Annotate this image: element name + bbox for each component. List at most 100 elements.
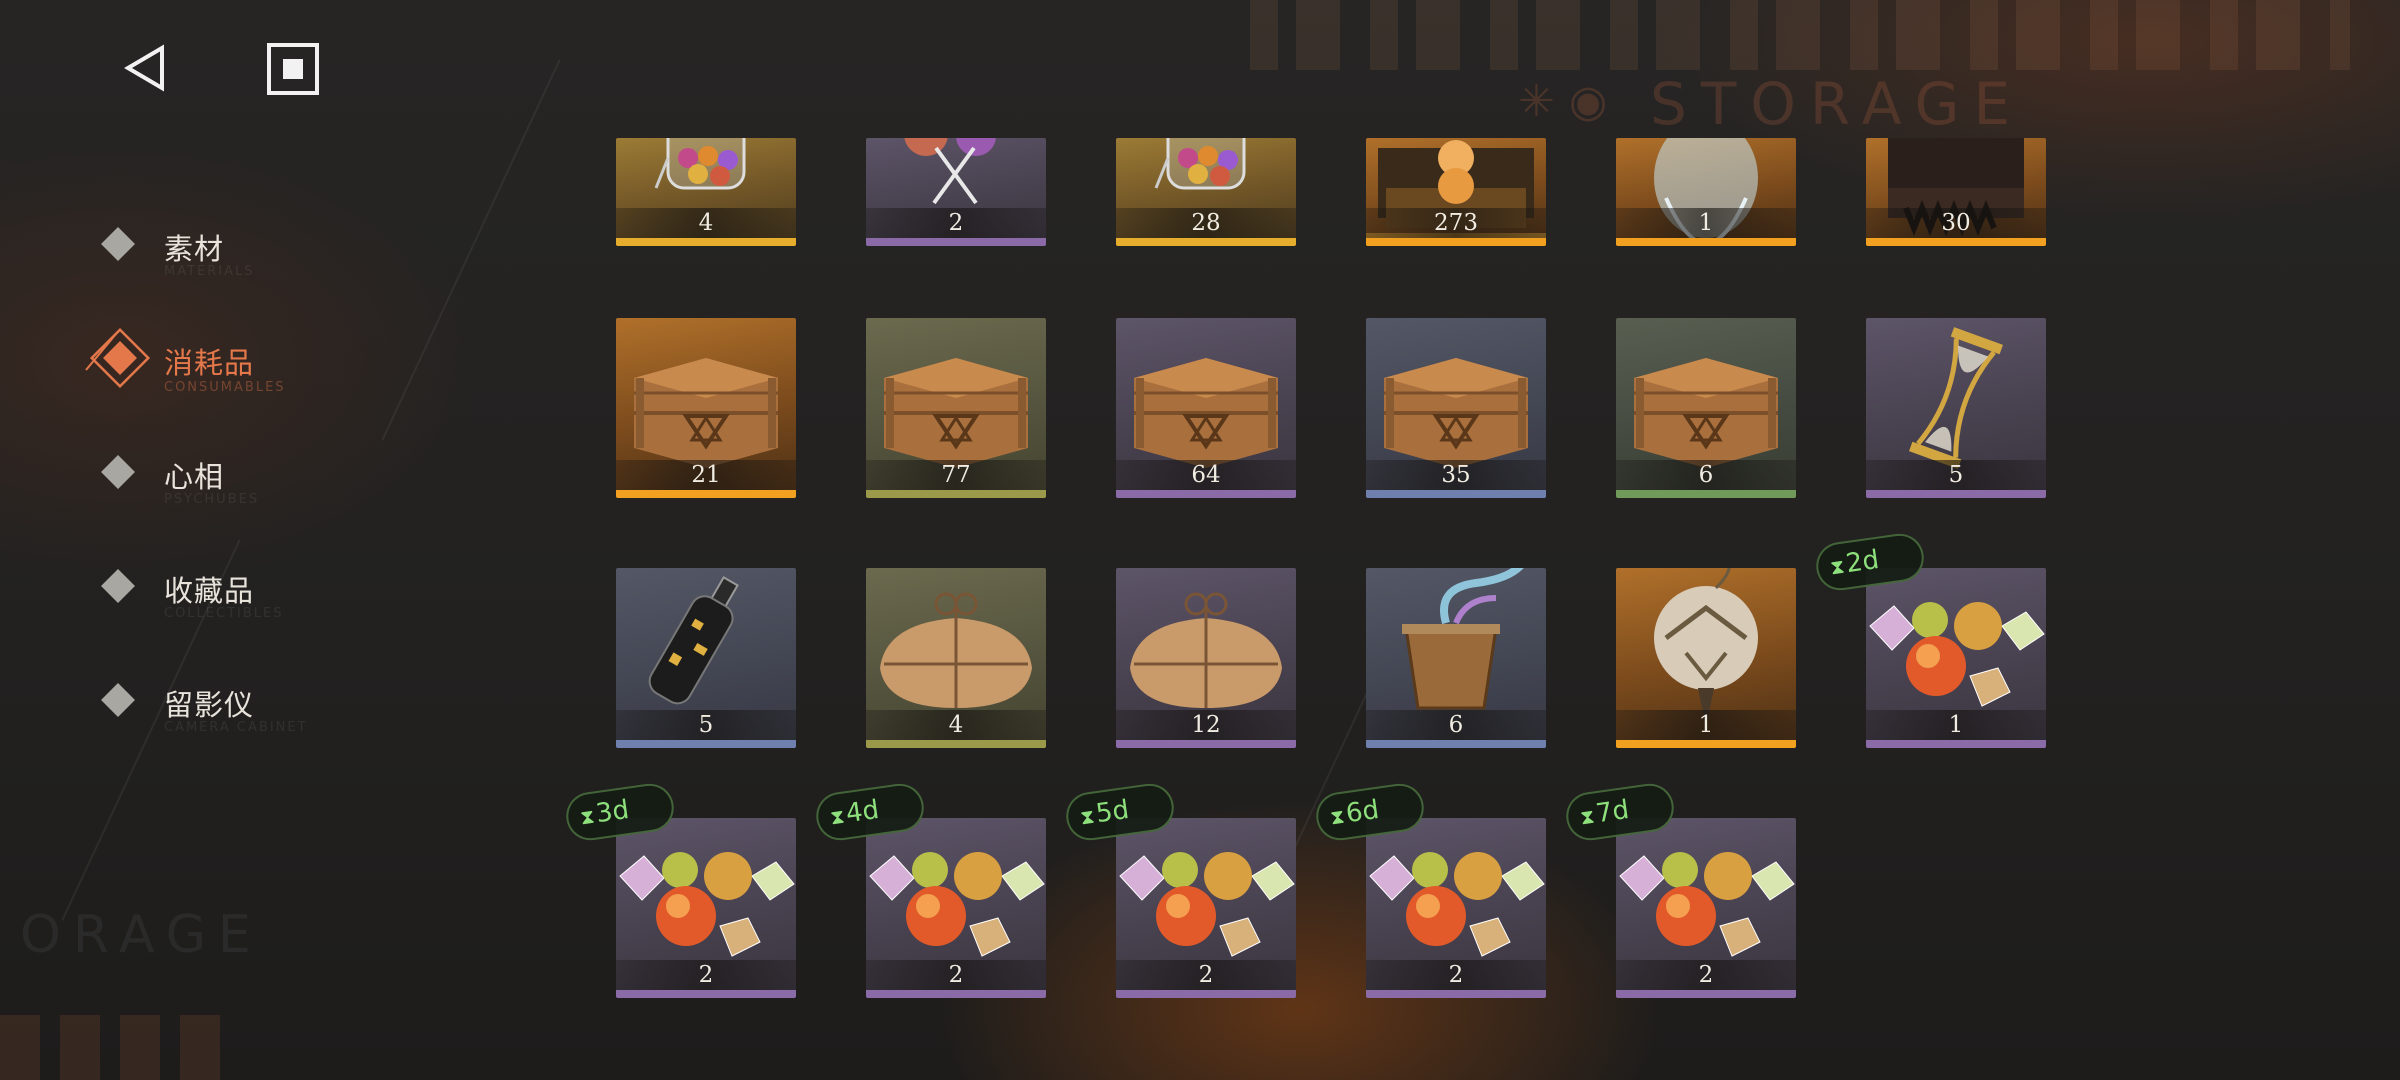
item-count: 1 xyxy=(1866,710,2046,740)
rarity-bar xyxy=(616,490,796,498)
inventory-item-slot[interactable]: 5 xyxy=(616,568,796,748)
item-frame: 30 xyxy=(1866,138,2046,246)
sidebar-item-label: 消耗品 xyxy=(164,346,255,380)
item-count: 1 xyxy=(1616,208,1796,238)
item-count: 4 xyxy=(616,208,796,238)
inventory-item-slot[interactable]: 6 xyxy=(1366,568,1546,748)
rarity-bar xyxy=(1116,990,1296,998)
rarity-bar xyxy=(1616,990,1796,998)
inventory-item-slot[interactable]: 2 ⧗7d xyxy=(1563,780,1796,998)
expiry-timer-text: 2d xyxy=(1844,544,1881,580)
sidebar-item-collectibles[interactable]: 收藏品 COLLECTIBLES xyxy=(100,558,360,621)
inventory-item-slot[interactable]: 1 xyxy=(1616,568,1796,748)
rarity-bar xyxy=(1366,740,1546,748)
item-count: 2 xyxy=(1116,960,1296,990)
storage-watermark: STORAGE xyxy=(1650,70,2025,138)
item-count: 2 xyxy=(866,208,1046,238)
rarity-bar xyxy=(1866,740,2046,748)
sidebar-item-sublabel: COLLECTIBLES xyxy=(164,606,284,621)
item-frame: 5 xyxy=(616,568,796,748)
diamond-icon xyxy=(101,227,135,261)
inventory-item-slot[interactable]: 28 xyxy=(1116,138,1296,246)
inventory-item-slot[interactable]: 2 ⧗3d xyxy=(563,780,796,998)
stop-button[interactable] xyxy=(266,42,320,96)
item-count: 64 xyxy=(1116,460,1296,490)
sidebar-item-sublabel: CONSUMABLES xyxy=(164,380,286,395)
inventory-item-slot[interactable]: 2 ⧗5d xyxy=(1063,780,1296,998)
inventory-item-slot[interactable]: 30 xyxy=(1866,138,2046,246)
inventory-item-slot[interactable]: 1 xyxy=(1616,138,1796,246)
expiry-timer-text: 5d xyxy=(1094,794,1131,830)
inventory-item-slot[interactable]: 2 ⧗4d xyxy=(813,780,1046,998)
inventory-item-slot[interactable]: 4 xyxy=(616,138,796,246)
item-count: 6 xyxy=(1366,710,1546,740)
hourglass-icon: ⧗ xyxy=(1328,803,1346,830)
rarity-bar xyxy=(1366,238,1546,246)
sidebar-item-sublabel: PSYCHUBES xyxy=(164,492,260,507)
inventory-item-slot[interactable]: 273 xyxy=(1366,138,1546,246)
hourglass-icon: ⧗ xyxy=(828,803,846,830)
sidebar-item-consumables[interactable]: 消耗品 CONSUMABLES xyxy=(85,327,360,395)
active-diamond-icon xyxy=(85,327,151,389)
expiry-timer-text: 6d xyxy=(1344,794,1381,830)
item-count: 5 xyxy=(1866,460,2046,490)
inventory-item-slot[interactable]: 21 xyxy=(616,318,796,498)
item-frame: 4 xyxy=(866,568,1046,748)
item-frame: 35 xyxy=(1366,318,1546,498)
diamond-icon xyxy=(101,455,135,489)
item-frame: 2 xyxy=(866,138,1046,246)
rarity-bar xyxy=(866,238,1046,246)
item-count: 273 xyxy=(1366,208,1546,238)
eye-emblem-icon: ✳ ◉ xyxy=(1518,76,1608,127)
diamond-icon xyxy=(101,569,135,603)
item-frame: 2 xyxy=(866,818,1046,998)
rarity-bar xyxy=(866,490,1046,498)
rarity-bar xyxy=(1366,990,1546,998)
inventory-item-slot[interactable]: 77 xyxy=(866,318,1046,498)
item-count: 5 xyxy=(616,710,796,740)
rarity-bar xyxy=(866,990,1046,998)
inventory-item-slot[interactable]: 35 xyxy=(1366,318,1546,498)
item-frame: 12 xyxy=(1116,568,1296,748)
sidebar-item-materials[interactable]: 素材 MATERIALS xyxy=(100,216,360,279)
expiry-timer-text: 7d xyxy=(1594,794,1631,830)
sidebar-item-psychubes[interactable]: 心相 PSYCHUBES xyxy=(100,444,360,507)
hourglass-icon: ⧗ xyxy=(1078,803,1096,830)
rarity-bar xyxy=(1116,740,1296,748)
item-frame: 2 xyxy=(616,818,796,998)
item-frame: 28 xyxy=(1116,138,1296,246)
item-count: 12 xyxy=(1116,710,1296,740)
item-count: 6 xyxy=(1616,460,1796,490)
rarity-bar xyxy=(866,740,1046,748)
item-frame: 6 xyxy=(1616,318,1796,498)
inventory-item-slot[interactable]: 6 xyxy=(1616,318,1796,498)
background-pattern xyxy=(1250,0,2350,70)
background-pattern xyxy=(0,1015,230,1080)
inventory-item-slot[interactable]: 4 xyxy=(866,568,1046,748)
inventory-item-slot[interactable]: 5 xyxy=(1866,318,2046,498)
inventory-item-slot[interactable]: 1 ⧗2d xyxy=(1813,530,2046,748)
item-count: 21 xyxy=(616,460,796,490)
inventory-item-slot[interactable]: 12 xyxy=(1116,568,1296,748)
item-frame: 1 xyxy=(1866,568,2046,748)
hourglass-icon: ⧗ xyxy=(1578,803,1596,830)
inventory-item-slot[interactable]: 64 xyxy=(1116,318,1296,498)
rarity-bar xyxy=(1616,238,1796,246)
item-frame: 1 xyxy=(1616,138,1796,246)
rarity-bar xyxy=(1366,490,1546,498)
sidebar-item-label: 素材 xyxy=(164,232,225,266)
item-count: 28 xyxy=(1116,208,1296,238)
item-count: 35 xyxy=(1366,460,1546,490)
rarity-bar xyxy=(616,740,796,748)
inventory-item-slot[interactable]: 2 xyxy=(866,138,1046,246)
item-frame: 2 xyxy=(1616,818,1796,998)
back-button[interactable] xyxy=(118,40,174,96)
item-count: 2 xyxy=(616,960,796,990)
hourglass-icon: ⧗ xyxy=(578,803,596,830)
item-count: 2 xyxy=(1616,960,1796,990)
rarity-bar xyxy=(1616,490,1796,498)
item-frame: 2 xyxy=(1366,818,1546,998)
item-frame: 4 xyxy=(616,138,796,246)
sidebar-item-camera[interactable]: 留影仪 CAMERA CABINET xyxy=(100,672,360,735)
inventory-item-slot[interactable]: 2 ⧗6d xyxy=(1313,780,1546,998)
